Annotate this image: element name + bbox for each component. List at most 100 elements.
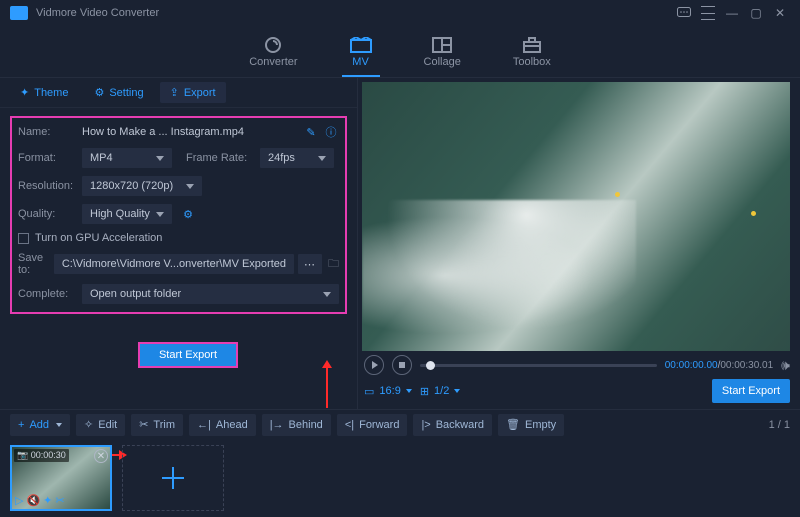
save-path-field[interactable]: C:\Vidmore\Vidmore V...onverter\MV Expor… [54, 254, 294, 274]
ahead-button[interactable]: ←|Ahead [189, 414, 256, 436]
clip-effects-icon[interactable]: ✦ [43, 494, 52, 507]
name-value: How to Make a ... Instagram.mp4 [82, 126, 303, 138]
forward-icon: <| [345, 419, 354, 431]
behind-icon: |→ [270, 419, 284, 431]
framerate-label: Frame Rate: [186, 152, 260, 164]
video-preview[interactable] [362, 82, 790, 351]
quality-settings-gear-icon[interactable]: ⚙ [180, 206, 196, 222]
gear-icon: ⚙ [94, 86, 104, 99]
page-indicator: 1 / 1 [769, 419, 790, 431]
chevron-down-icon [156, 156, 164, 161]
clip-thumbnail[interactable]: 📷 00:00:30 ✕ ▷ 🔇 ✦ ✂ [10, 445, 112, 511]
trash-icon: 🗑 [506, 418, 520, 431]
gpu-checkbox[interactable] [18, 233, 29, 244]
maximize-button[interactable]: ▢ [746, 3, 766, 23]
volume-icon[interactable]: 🕪 [781, 357, 790, 374]
format-label: Format: [18, 152, 82, 164]
row-save-to: Save to: C:\Vidmore\Vidmore V...onverter… [18, 252, 339, 276]
add-clip-slot[interactable] [122, 445, 224, 511]
tab-mv[interactable]: MV [342, 32, 380, 72]
scissors-icon: ✂ [139, 418, 148, 431]
framerate-select[interactable]: 24fps [260, 148, 334, 168]
play-icon [372, 361, 378, 369]
seek-handle[interactable] [426, 361, 435, 370]
chevron-down-icon [323, 292, 331, 297]
open-folder-icon[interactable]: 🗀 [328, 256, 339, 272]
main-nav: Converter MV Collage Toolbox [0, 26, 800, 78]
stop-icon [399, 362, 405, 368]
save-label: Save to: [18, 252, 54, 276]
row-resolution: Resolution: 1280x720 (720p) [18, 176, 339, 196]
browse-path-button[interactable]: ⋯ [298, 254, 322, 274]
name-label: Name: [18, 126, 82, 138]
feedback-icon[interactable] [674, 3, 694, 23]
play-button[interactable] [364, 355, 384, 375]
annotation-arrow-up [326, 366, 328, 408]
trim-button[interactable]: ✂Trim [131, 414, 183, 436]
toolbox-icon [521, 36, 543, 54]
complete-select[interactable]: Open output folder [82, 284, 339, 304]
backward-icon: |> [421, 419, 430, 431]
format-select[interactable]: MP4 [82, 148, 172, 168]
close-button[interactable]: ✕ [770, 3, 790, 23]
info-icon[interactable]: ⓘ [323, 124, 339, 140]
titlebar: Vidmore Video Converter — ▢ ✕ [0, 0, 800, 26]
preview-marker [751, 211, 756, 216]
app-title: Vidmore Video Converter [36, 7, 159, 19]
aspect-icon: ▭ [364, 385, 374, 398]
tab-converter[interactable]: Converter [241, 32, 305, 72]
chevron-down-icon [406, 389, 412, 393]
export-panel: Name: How to Make a ... Instagram.mp4 ✎ … [0, 108, 357, 380]
subtab-setting[interactable]: ⚙ Setting [84, 82, 153, 103]
clip-trim-icon[interactable]: ✂ [55, 494, 64, 507]
subtab-export[interactable]: ⇪ Export [160, 82, 226, 103]
chevron-down-icon [156, 212, 164, 217]
converter-icon [262, 36, 284, 54]
chevron-down-icon [186, 184, 194, 189]
stop-button[interactable] [392, 355, 412, 375]
zoom-icon: ⊞ [420, 385, 429, 398]
empty-button[interactable]: 🗑Empty [498, 414, 564, 436]
aspect-ratio-select[interactable]: ▭ 16:9 [364, 385, 412, 398]
edit-button[interactable]: ✧Edit [76, 414, 125, 436]
preview-marker [615, 192, 620, 197]
tab-collage[interactable]: Collage [416, 32, 469, 72]
plus-icon: + [18, 419, 24, 431]
mv-icon [350, 36, 372, 54]
tab-toolbox[interactable]: Toolbox [505, 32, 559, 72]
add-button[interactable]: +Add [10, 414, 70, 436]
left-panel: ✦ Theme ⚙ Setting ⇪ Export Name: How to … [0, 78, 358, 409]
player-controls: 00:00:00.00/00:00:30.01 🕪 ▭ 16:9 ⊞ 1/2 [358, 351, 800, 409]
start-export-button-right[interactable]: Start Export [712, 379, 790, 403]
remove-clip-button[interactable]: ✕ [94, 449, 108, 463]
minimize-button[interactable]: — [722, 3, 742, 23]
zoom-select[interactable]: ⊞ 1/2 [420, 385, 461, 398]
quality-label: Quality: [18, 208, 82, 220]
wand-icon: ✧ [84, 418, 93, 431]
row-gpu: Turn on GPU Acceleration [18, 232, 339, 244]
chevron-down-icon [56, 423, 62, 427]
chevron-down-icon [318, 156, 326, 161]
behind-button[interactable]: |→Behind [262, 414, 331, 436]
subtabs: ✦ Theme ⚙ Setting ⇪ Export [0, 78, 357, 108]
backward-button[interactable]: |>Backward [413, 414, 492, 436]
edit-name-icon[interactable]: ✎ [303, 124, 319, 140]
theme-sparkle-icon: ✦ [20, 86, 29, 99]
resolution-select[interactable]: 1280x720 (720p) [82, 176, 202, 196]
clip-play-icon[interactable]: ▷ [15, 494, 23, 507]
chevron-down-icon [454, 389, 460, 393]
export-form-highlight: Name: How to Make a ... Instagram.mp4 ✎ … [10, 116, 347, 314]
clip-mute-icon[interactable]: 🔇 [26, 494, 40, 507]
time-display: 00:00:00.00/00:00:30.01 [665, 360, 773, 371]
menu-icon[interactable] [698, 3, 718, 23]
row-format: Format: MP4 Frame Rate: 24fps [18, 148, 339, 168]
row-quality: Quality: High Quality ⚙ [18, 204, 339, 224]
app-logo-icon [10, 6, 28, 20]
collage-icon [431, 36, 453, 54]
start-export-button-left[interactable]: Start Export [138, 342, 238, 368]
seek-bar[interactable] [420, 364, 657, 367]
preview-texture [362, 200, 636, 351]
quality-select[interactable]: High Quality [82, 204, 172, 224]
subtab-theme[interactable]: ✦ Theme [10, 82, 78, 103]
forward-button[interactable]: <|Forward [337, 414, 408, 436]
